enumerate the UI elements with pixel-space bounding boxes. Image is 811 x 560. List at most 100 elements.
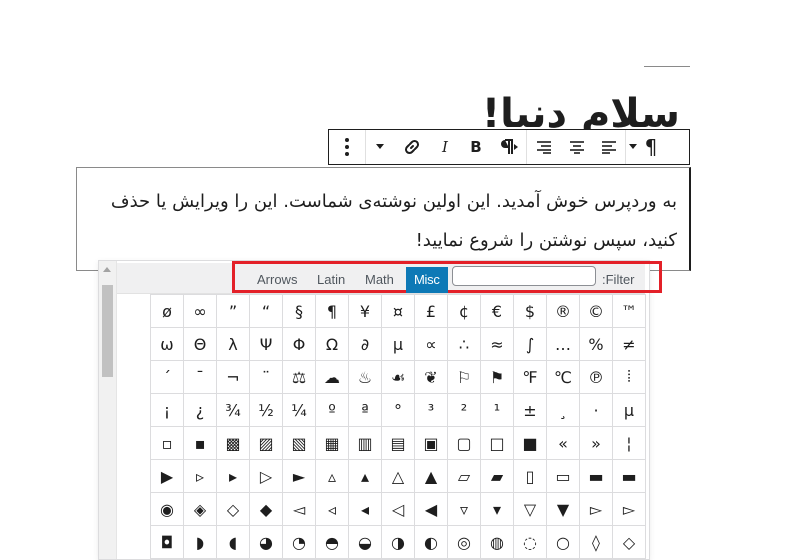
char-cell[interactable]: ▵ [315, 459, 349, 493]
char-cell[interactable]: ▽ [513, 492, 547, 526]
char-cell[interactable]: ▫ [150, 426, 184, 460]
char-cell[interactable]: ▬ [579, 459, 613, 493]
char-cell[interactable]: ¡ [150, 393, 184, 427]
char-cell[interactable]: ◃ [315, 492, 349, 526]
char-cell[interactable]: § [282, 294, 316, 328]
char-cell[interactable]: © [579, 294, 613, 328]
paragraph-block-button[interactable]: ¶ [640, 130, 662, 164]
char-cell[interactable]: ¨ [249, 360, 283, 394]
char-cell[interactable]: ¸ [546, 393, 580, 427]
post-title[interactable]: سلام دنیا! [440, 82, 680, 132]
rtl-paragraph-icon[interactable] [492, 130, 526, 164]
char-cell[interactable]: ” [216, 294, 250, 328]
char-cell[interactable]: ¶ [315, 294, 349, 328]
char-cell[interactable]: ⦙ [612, 360, 646, 394]
char-cell[interactable]: ▤ [381, 426, 415, 460]
char-cell[interactable]: ◂ [348, 492, 382, 526]
char-cell[interactable]: ½ [249, 393, 283, 427]
char-cell[interactable]: ∂ [348, 327, 382, 361]
char-cell[interactable]: ℗ [579, 360, 613, 394]
char-cell[interactable]: º [315, 393, 349, 427]
char-cell[interactable]: ∝ [414, 327, 448, 361]
char-cell[interactable]: ❦ [414, 360, 448, 394]
char-cell[interactable]: ◅ [282, 492, 316, 526]
char-cell[interactable]: ▧ [282, 426, 316, 460]
char-cell[interactable]: ◗ [183, 525, 217, 559]
scroll-up-icon[interactable] [103, 267, 111, 272]
align-left-icon[interactable] [593, 130, 625, 164]
char-cell[interactable]: ℉ [513, 360, 547, 394]
char-cell[interactable]: ▢ [447, 426, 481, 460]
char-cell[interactable]: ▻ [579, 492, 613, 526]
char-cell[interactable]: Ψ [249, 327, 283, 361]
char-cell[interactable]: ◔ [282, 525, 316, 559]
char-cell[interactable]: ø [150, 294, 184, 328]
char-cell[interactable]: ¾ [216, 393, 250, 427]
char-cell[interactable]: ⚑ [480, 360, 514, 394]
char-cell[interactable]: € [480, 294, 514, 328]
char-cell[interactable]: ▯ [513, 459, 547, 493]
char-cell[interactable]: ▸ [216, 459, 250, 493]
align-right-icon[interactable] [527, 130, 561, 164]
char-cell[interactable]: ▩ [216, 426, 250, 460]
char-cell[interactable]: ◉ [150, 492, 184, 526]
char-cell[interactable]: ° [381, 393, 415, 427]
char-cell[interactable]: ▪ [183, 426, 217, 460]
char-cell[interactable]: ◎ [447, 525, 481, 559]
scrollbar-thumb[interactable] [102, 285, 113, 377]
char-cell[interactable]: ▷ [249, 459, 283, 493]
char-cell[interactable]: ◕ [249, 525, 283, 559]
bold-button[interactable]: B [460, 130, 492, 164]
chevron-down-icon[interactable] [366, 130, 394, 164]
char-cell[interactable]: ⚐ [447, 360, 481, 394]
char-cell[interactable]: ª [348, 393, 382, 427]
char-cell[interactable]: $ [513, 294, 547, 328]
char-cell[interactable]: ¬ [216, 360, 250, 394]
char-cell[interactable]: ◘ [150, 525, 184, 559]
char-cell[interactable]: ⚖ [282, 360, 316, 394]
char-cell[interactable]: ▲ [414, 459, 448, 493]
block-type-chevron-icon[interactable] [626, 130, 640, 164]
tab-misc[interactable]: Misc [406, 267, 448, 293]
char-cell[interactable]: µ [612, 393, 646, 427]
char-cell[interactable]: ¤ [381, 294, 415, 328]
char-cell[interactable]: ™ [612, 294, 646, 328]
char-cell[interactable]: ² [447, 393, 481, 427]
char-cell[interactable]: ◁ [381, 492, 415, 526]
char-cell[interactable]: ■ [513, 426, 547, 460]
char-cell[interactable]: Φ [282, 327, 316, 361]
char-cell[interactable]: ¯ [183, 360, 217, 394]
char-cell[interactable]: Θ [183, 327, 217, 361]
char-cell[interactable]: ◀ [414, 492, 448, 526]
char-cell[interactable]: ◈ [183, 492, 217, 526]
char-cell[interactable]: ▶ [150, 459, 184, 493]
char-cell[interactable]: ▾ [480, 492, 514, 526]
char-cell[interactable]: ○ [546, 525, 580, 559]
char-cell[interactable]: ¼ [282, 393, 316, 427]
char-cell[interactable]: ▨ [249, 426, 283, 460]
char-cell[interactable]: ≠ [612, 327, 646, 361]
char-cell[interactable]: ◆ [249, 492, 283, 526]
char-cell[interactable]: ≈ [480, 327, 514, 361]
char-cell[interactable]: ¥ [348, 294, 382, 328]
char-cell[interactable]: λ [216, 327, 250, 361]
char-cell[interactable]: ☙ [381, 360, 415, 394]
more-vertical-icon[interactable] [329, 130, 365, 164]
tab-arrows[interactable]: Arrows [257, 268, 297, 292]
char-cell[interactable]: ▼ [546, 492, 580, 526]
char-cell[interactable]: ▻ [612, 492, 646, 526]
char-cell[interactable]: » [579, 426, 613, 460]
char-cell[interactable]: ▦ [315, 426, 349, 460]
char-cell[interactable]: ¿ [183, 393, 217, 427]
char-cell[interactable]: ® [546, 294, 580, 328]
char-cell[interactable]: ´ [150, 360, 184, 394]
char-cell[interactable]: ▥ [348, 426, 382, 460]
char-cell[interactable]: ∴ [447, 327, 481, 361]
char-cell[interactable]: ◌ [513, 525, 547, 559]
char-cell[interactable]: … [546, 327, 580, 361]
char-cell[interactable]: ¹ [480, 393, 514, 427]
char-cell[interactable]: ▱ [447, 459, 481, 493]
char-cell[interactable]: « [546, 426, 580, 460]
char-cell[interactable]: ¢ [447, 294, 481, 328]
char-cell[interactable]: ▿ [447, 492, 481, 526]
